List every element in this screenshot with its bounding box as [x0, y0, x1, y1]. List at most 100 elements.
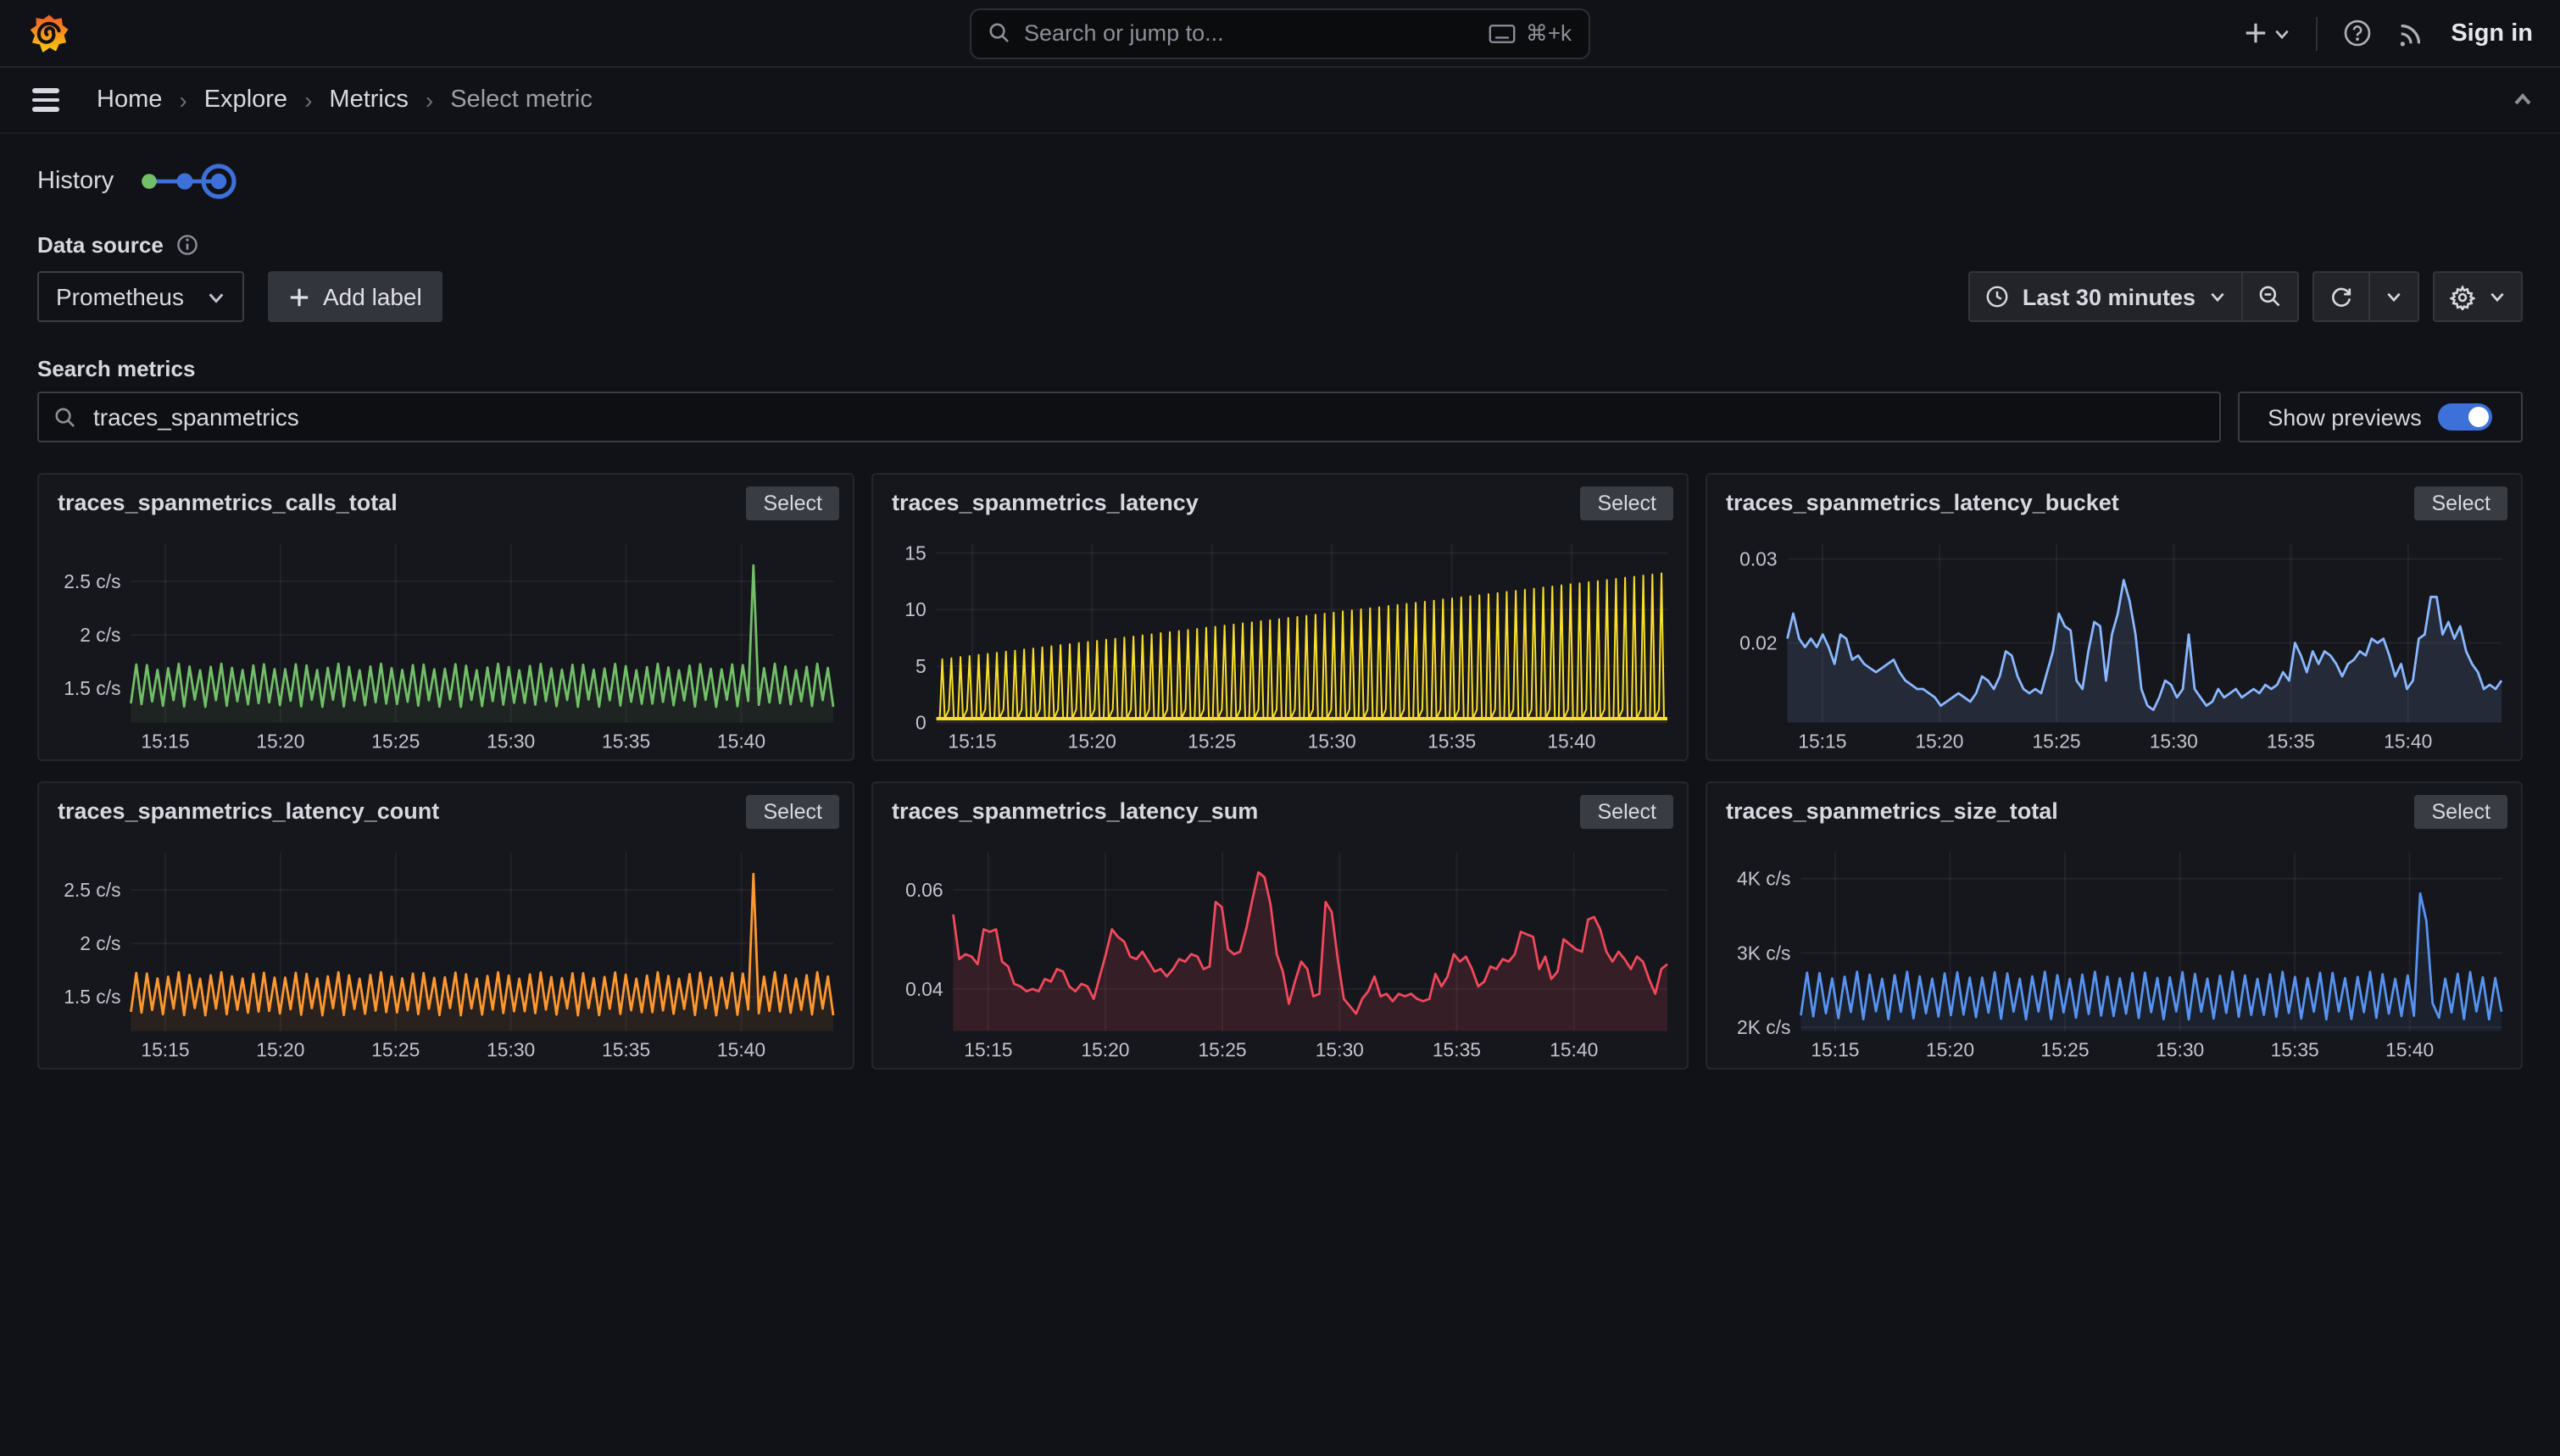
panel-title: traces_spanmetrics_calls_total: [53, 486, 398, 515]
svg-text:15:35: 15:35: [2271, 1038, 2319, 1060]
keyboard-icon: [1489, 23, 1516, 43]
svg-text:0: 0: [915, 711, 927, 733]
top-nav: Search or jump to... ⌘+k: [0, 0, 2560, 68]
history-label: History: [37, 168, 114, 195]
chevron-up-icon: [2511, 88, 2535, 112]
time-picker-group: Last 30 minutes: [1968, 271, 2299, 322]
svg-text:15:30: 15:30: [1308, 730, 1356, 752]
metric-preview-chart: 15:1515:2015:2515:3015:3515:400.020.03: [1721, 534, 2504, 756]
svg-text:15:30: 15:30: [487, 730, 535, 752]
svg-text:0.02: 0.02: [1739, 631, 1777, 653]
panel-title: traces_spanmetrics_size_total: [1721, 795, 2058, 824]
select-button[interactable]: Select: [747, 795, 840, 829]
metric-panel: traces_spanmetrics_calls_total Select 15…: [37, 473, 854, 761]
refresh-button[interactable]: [2314, 273, 2368, 320]
history-step-start: [142, 174, 157, 189]
metric-preview-chart: 15:1515:2015:2515:3015:3515:402K c/s3K c…: [1721, 842, 2504, 1064]
svg-text:15:15: 15:15: [948, 730, 996, 752]
svg-text:3K c/s: 3K c/s: [1737, 942, 1790, 964]
refresh-interval-button[interactable]: [2368, 273, 2418, 320]
svg-text:15:40: 15:40: [717, 730, 765, 752]
svg-text:15:35: 15:35: [1433, 1038, 1481, 1060]
svg-text:15:15: 15:15: [1811, 1038, 1859, 1060]
breadcrumb-bar: Home › Explore › Metrics › Select metric: [0, 68, 2560, 134]
history-steps[interactable]: [136, 161, 241, 202]
news-button[interactable]: [2396, 19, 2425, 47]
add-label-button[interactable]: Add label: [269, 271, 442, 322]
top-nav-actions: Sign in: [2242, 16, 2533, 50]
select-button[interactable]: Select: [1581, 795, 1674, 829]
plus-icon: [2242, 20, 2268, 46]
help-button[interactable]: [2342, 19, 2371, 47]
datasource-picker[interactable]: Prometheus: [37, 271, 245, 322]
gear-icon: [2450, 284, 2475, 309]
chevron-down-icon: [2489, 288, 2506, 305]
panel-title: traces_spanmetrics_latency_count: [53, 795, 439, 824]
metrics-search-field: [37, 392, 2221, 442]
svg-text:15:35: 15:35: [1427, 730, 1476, 752]
search-row: Show previews: [37, 392, 2523, 442]
breadcrumb-metrics[interactable]: Metrics: [329, 86, 408, 114]
datasource-label: Data source: [37, 232, 164, 258]
chevron-right-icon: ›: [426, 86, 433, 114]
svg-text:5: 5: [915, 655, 927, 677]
svg-text:15:30: 15:30: [2156, 1038, 2204, 1060]
sign-in-button[interactable]: Sign in: [2451, 19, 2533, 47]
search-icon: [54, 406, 76, 428]
chevron-down-icon: [2385, 288, 2402, 305]
metrics-search-input[interactable]: [90, 402, 2204, 432]
rss-icon: [2396, 19, 2425, 47]
datasource-label-row: Data source: [37, 232, 2523, 258]
collapse-header-button[interactable]: [2511, 88, 2535, 112]
zoom-out-button[interactable]: [2241, 273, 2297, 320]
menu-toggle-button[interactable]: [25, 82, 66, 119]
svg-text:2.5 c/s: 2.5 c/s: [64, 879, 120, 901]
svg-text:15:40: 15:40: [1547, 730, 1595, 752]
svg-text:15:30: 15:30: [2150, 730, 2198, 752]
svg-text:0.04: 0.04: [905, 978, 943, 1000]
select-button[interactable]: Select: [1581, 486, 1674, 520]
svg-text:15:25: 15:25: [2032, 730, 2080, 752]
history-step-mid: [177, 173, 193, 189]
show-previews-label: Show previews: [2268, 404, 2422, 430]
show-previews-field: Show previews: [2238, 392, 2523, 442]
panel-title: traces_spanmetrics_latency_sum: [887, 795, 1258, 824]
metric-preview-chart: 15:1515:2015:2515:3015:3515:40051015: [887, 534, 1670, 756]
svg-text:1.5 c/s: 1.5 c/s: [64, 986, 120, 1008]
refresh-icon: [2329, 285, 2353, 308]
svg-text:15:25: 15:25: [2040, 1038, 2089, 1060]
clock-icon: [1985, 285, 2009, 308]
svg-text:15:15: 15:15: [1798, 730, 1846, 752]
info-icon: [177, 234, 199, 256]
show-previews-toggle[interactable]: [2439, 403, 2493, 431]
settings-button[interactable]: [2435, 273, 2521, 320]
history-row: History: [37, 161, 2523, 202]
search-metrics-label: Search metrics: [37, 356, 2523, 381]
svg-text:15:15: 15:15: [964, 1038, 1012, 1060]
svg-text:15:30: 15:30: [487, 1038, 535, 1060]
global-search-input[interactable]: Search or jump to... ⌘+k: [970, 8, 1590, 58]
svg-text:15:20: 15:20: [1915, 730, 1963, 752]
breadcrumb-current: Select metric: [450, 86, 593, 114]
new-button[interactable]: [2242, 20, 2290, 46]
svg-text:15:25: 15:25: [371, 1038, 420, 1060]
breadcrumb-home[interactable]: Home: [97, 86, 162, 114]
nav-divider: [2315, 16, 2317, 50]
svg-text:15:25: 15:25: [371, 730, 420, 752]
metric-panels-grid: traces_spanmetrics_calls_total Select 15…: [37, 473, 2523, 1070]
chevron-down-icon: [2209, 288, 2226, 305]
plus-icon: [289, 286, 311, 308]
time-range-button[interactable]: Last 30 minutes: [1970, 273, 2241, 320]
chevron-right-icon: ›: [304, 86, 312, 114]
svg-text:1.5 c/s: 1.5 c/s: [64, 677, 120, 699]
select-button[interactable]: Select: [2415, 486, 2508, 520]
grafana-logo-icon[interactable]: [27, 9, 73, 57]
help-icon: [2342, 19, 2371, 47]
breadcrumb-explore[interactable]: Explore: [204, 86, 287, 114]
svg-text:0.03: 0.03: [1739, 547, 1777, 570]
select-button[interactable]: Select: [747, 486, 840, 520]
svg-text:15:25: 15:25: [1198, 1038, 1246, 1060]
svg-text:15:20: 15:20: [1926, 1038, 1974, 1060]
search-icon: [988, 22, 1010, 44]
select-button[interactable]: Select: [2415, 795, 2508, 829]
